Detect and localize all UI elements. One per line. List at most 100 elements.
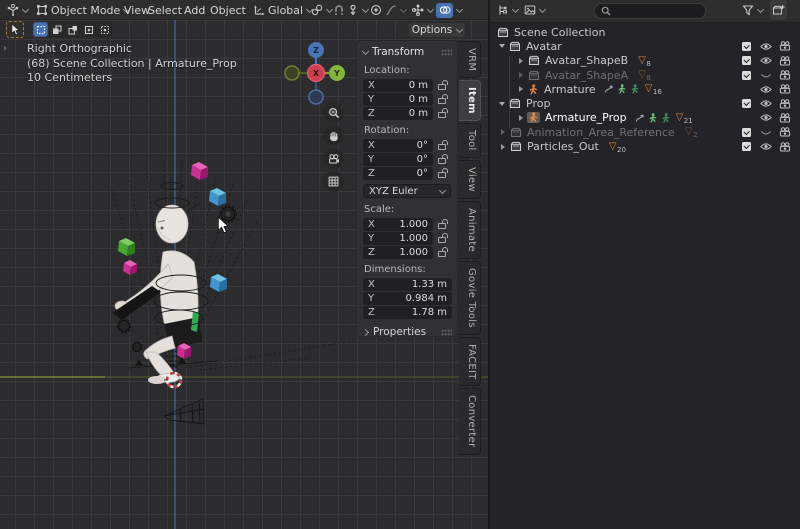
pivot-point-button[interactable] [311,0,332,20]
menu-view[interactable]: View [124,0,150,20]
select-mode-intersect-button[interactable] [97,22,112,37]
tab-item[interactable]: Item [459,80,481,121]
tab-converter[interactable]: Converter [459,388,481,455]
pan-button[interactable] [323,125,344,146]
select-mode-set-button[interactable] [33,22,48,37]
active-tool-tweak-button[interactable] [6,21,24,38]
outliner-editor-type-button[interactable] [497,0,518,20]
outliner-row-scene-collection[interactable]: Scene Collection [490,25,800,39]
exclude-checkbox[interactable] [742,99,751,108]
gizmo-z-neg-axis[interactable] [309,90,323,104]
disclosure-down-icon[interactable] [499,44,505,48]
camera-render-icon[interactable] [779,70,791,80]
lock-icon[interactable] [438,112,446,118]
camera-render-icon[interactable] [779,56,791,66]
transform-panel-header[interactable]: Transform [357,44,457,61]
camera-render-icon[interactable] [779,41,791,51]
hide-eye-icon[interactable] [760,56,772,65]
exclude-checkbox[interactable] [742,142,751,151]
tab-animate[interactable]: Animate [459,201,481,259]
location-z-field[interactable]: Z 0 m [363,107,433,120]
menu-object[interactable]: Object [210,0,246,20]
hide-eye-icon[interactable] [760,42,772,51]
outliner-row-armature-prop[interactable]: Armature_Prop ▽21 [490,111,800,125]
select-mode-invert-button[interactable] [81,22,96,37]
panel-grip[interactable] [441,329,452,336]
outliner-row-particles-out[interactable]: Particles_Out ▽20 [490,139,800,153]
hide-eye-icon[interactable] [760,142,772,151]
outliner-row-avatar-shapea[interactable]: Avatar_ShapeA ▽8 [490,68,800,82]
snap-target-button[interactable] [347,0,368,20]
outliner-row-animation-area-reference[interactable]: Animation_Area_Reference ▽2 [490,125,800,139]
outliner-row-armature[interactable]: Armature ▽16 [490,82,800,96]
lock-icon[interactable] [438,251,446,257]
disclosure-right-icon[interactable] [501,144,505,150]
disclosure-right-icon[interactable] [501,129,505,135]
gizmo-y-neg-axis[interactable] [285,66,299,80]
scale-y-field[interactable]: Y 1.000 [363,232,433,245]
camera-view-button[interactable] [323,148,344,169]
dimensions-x-field[interactable]: X 1.33 m [363,278,452,291]
panel-grip[interactable] [441,49,452,56]
hide-eye-icon[interactable] [760,99,772,108]
exclude-checkbox[interactable] [742,71,751,80]
navigation-gizmo[interactable]: Z Y X [280,40,352,108]
scale-z-field[interactable]: Z 1.000 [363,246,433,259]
scale-x-field[interactable]: X 1.000 [363,218,433,231]
exclude-checkbox[interactable] [742,42,751,51]
location-x-field[interactable]: X 0 m [363,79,433,92]
perspective-toggle-button[interactable] [323,171,344,192]
tab-view[interactable]: View [459,160,481,199]
lock-icon[interactable] [438,158,446,164]
lock-icon[interactable] [438,223,446,229]
camera-render-icon[interactable] [779,84,791,94]
viewport-3d[interactable]: Object Mode View Select Add Object Globa… [0,0,488,529]
exclude-checkbox[interactable] [742,128,751,137]
exclude-checkbox[interactable] [742,56,751,65]
disclosure-right-icon[interactable] [519,58,523,64]
select-mode-extend-button[interactable] [49,22,64,37]
show-overlays-button[interactable] [436,0,462,20]
rotation-x-field[interactable]: X 0° [363,139,433,152]
rotation-y-field[interactable]: Y 0° [363,153,433,166]
disclosure-right-icon[interactable] [519,115,523,121]
outliner-row-prop[interactable]: Prop [490,96,800,110]
show-gizmo-button[interactable] [412,0,433,20]
tab-govie-tools[interactable]: Govie Tools [459,261,481,335]
camera-render-icon[interactable] [779,127,791,137]
menu-select[interactable]: Select [148,0,182,20]
outliner-search[interactable] [594,3,706,19]
location-y-field[interactable]: Y 0 m [363,93,433,106]
outliner-row-avatar[interactable]: Avatar [490,39,800,53]
menu-add[interactable]: Add [184,0,205,20]
eye-closed-icon[interactable] [760,71,772,80]
new-collection-button[interactable] [770,0,787,20]
options-dropdown[interactable]: Options [408,22,466,38]
camera-render-icon[interactable] [779,142,791,152]
camera-render-icon[interactable] [779,113,791,123]
dimensions-z-field[interactable]: Z 1.78 m [363,306,452,319]
lock-icon[interactable] [438,98,446,104]
lock-icon[interactable] [438,144,446,150]
tab-tool[interactable]: Tool [459,123,481,158]
hide-eye-icon[interactable] [760,85,772,94]
eye-closed-icon[interactable] [760,128,772,137]
tab-vrm[interactable]: VRM [459,41,481,78]
lock-icon[interactable] [438,172,446,178]
search-input[interactable] [615,6,699,17]
disclosure-down-icon[interactable] [499,102,505,106]
disclosure-right-icon[interactable] [519,86,523,92]
display-mode-button[interactable] [524,0,545,20]
editor-divider[interactable] [488,0,490,529]
toolbar-expand-arrow[interactable]: › [3,43,7,54]
lock-icon[interactable] [438,237,446,243]
filter-button[interactable] [742,0,763,20]
lock-icon[interactable] [438,84,446,90]
mode-select-button[interactable]: Object Mode [36,0,129,20]
dimensions-y-field[interactable]: Y 0.984 m [363,292,452,305]
disclosure-right-icon[interactable] [519,72,523,78]
rotation-z-field[interactable]: Z 0° [363,167,433,180]
proportional-edit-button[interactable] [370,0,382,20]
proportional-falloff-button[interactable] [385,0,406,20]
outliner-row-avatar-shapeb[interactable]: Avatar_ShapeB ▽8 [490,54,800,68]
